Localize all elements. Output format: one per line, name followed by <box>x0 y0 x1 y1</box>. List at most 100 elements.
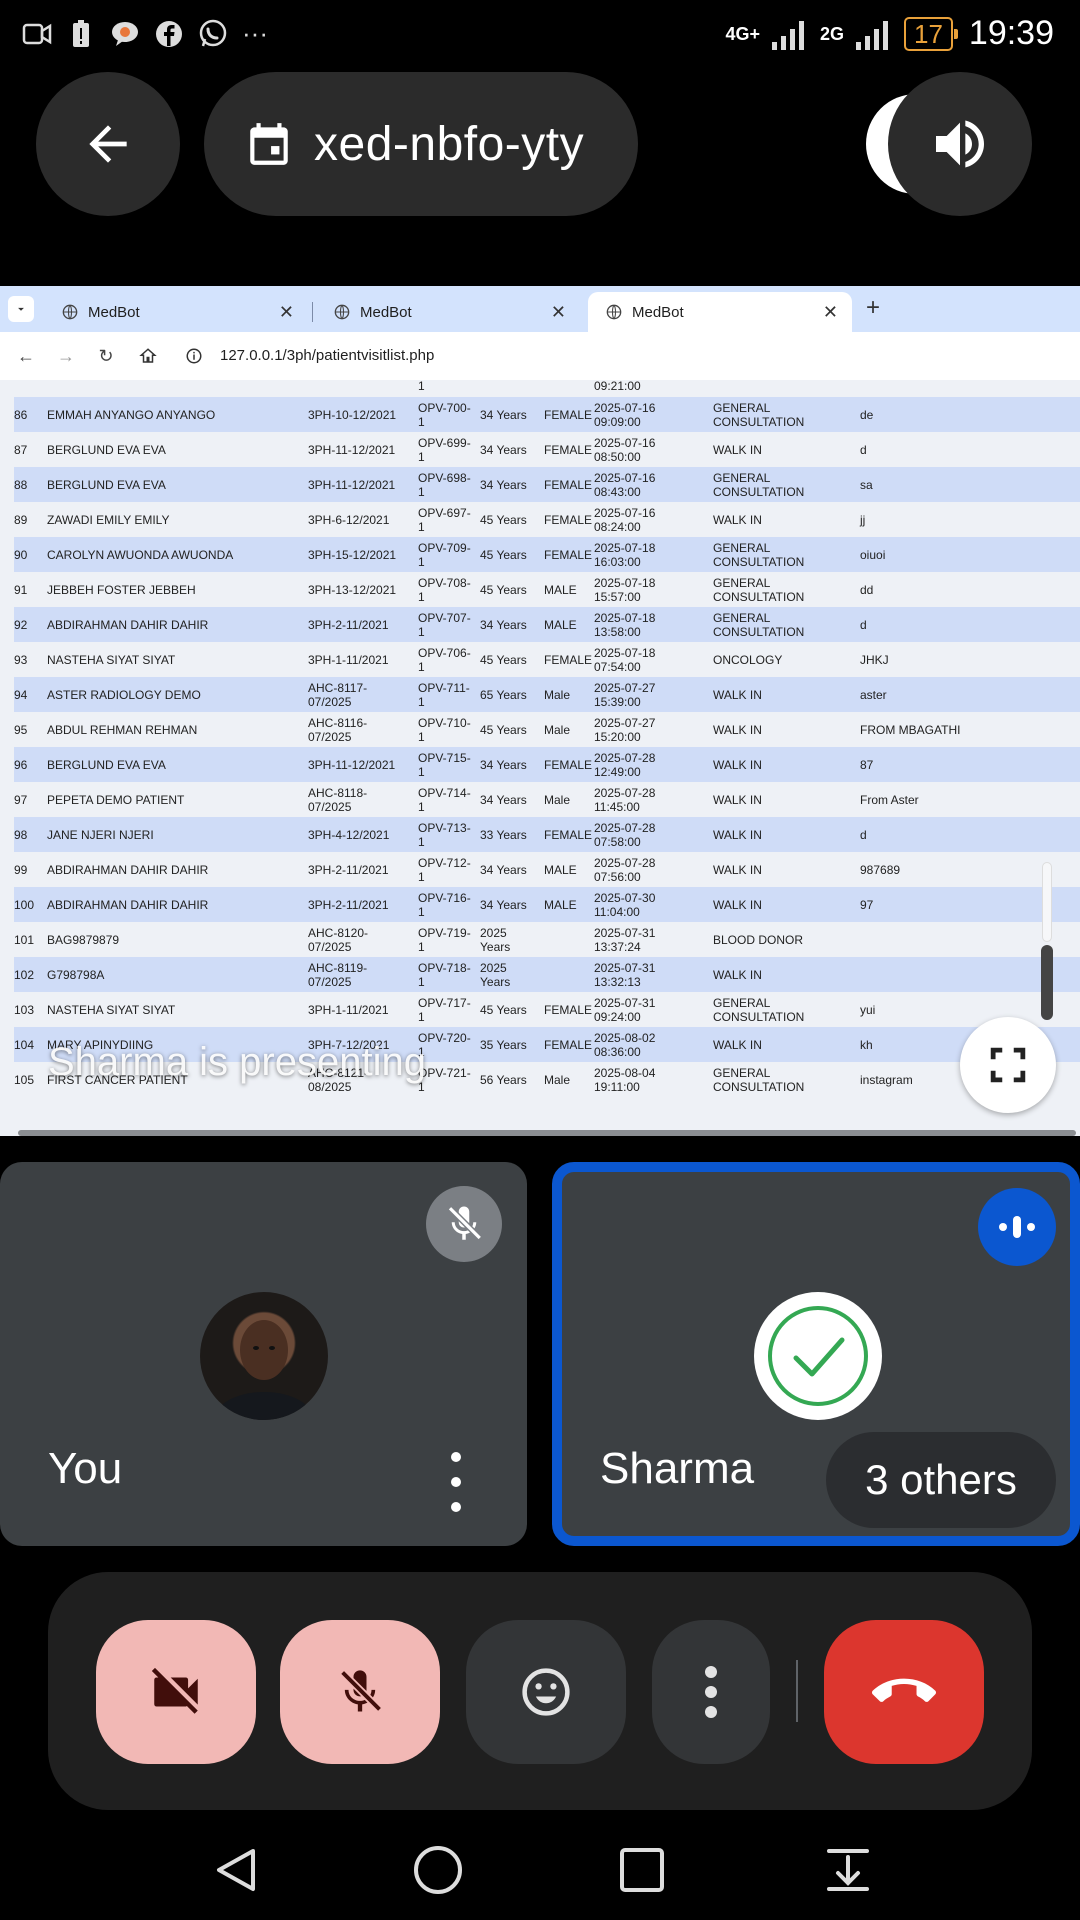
table-row[interactable]: 91 JEBBEH FOSTER JEBBEH 3PH-13-12/2021 OPV-… <box>14 572 1080 607</box>
cell-age: 35 Years <box>480 1037 527 1052</box>
table-row[interactable]: 98 JANE NJERI NJERI 3PH-4-12/2021 OPV-713- 1… <box>14 817 1080 852</box>
table-row[interactable]: 101 BAG9879879 AHC-8120- 07/2025 OPV-719- 1 20… <box>14 922 1080 957</box>
nav-notifications-button[interactable] <box>818 1840 878 1900</box>
cell-notes: oiuoi <box>860 547 886 562</box>
cell-gender: FEMALE <box>544 512 593 527</box>
browser-tab-3-active[interactable]: MedBot ✕ <box>588 292 852 332</box>
cell-visit-date: 2025-07-31 13:37:24 <box>594 925 656 954</box>
cell-age: 2025 Years <box>480 925 511 954</box>
cell-notes: aster <box>860 687 887 702</box>
close-tab-icon[interactable]: ✕ <box>551 302 566 323</box>
cell-visit-date: 2025-07-30 11:04:00 <box>594 890 656 919</box>
cell-age: 45 Years <box>480 512 527 527</box>
others-button[interactable]: 3 others <box>826 1432 1056 1528</box>
cell-age: 45 Years <box>480 1002 527 1017</box>
cell-patient-name: ABDIRAHMAN DAHIR DAHIR <box>47 897 209 912</box>
cell-registration-no: 3PH-10-12/2021 <box>308 407 397 422</box>
cell-number: 104 <box>14 1037 35 1052</box>
browser-tab-2[interactable]: MedBot ✕ <box>316 292 580 332</box>
cell-gender: FEMALE <box>544 442 593 457</box>
cell-notes: d <box>860 827 867 842</box>
site-info-icon[interactable] <box>182 344 206 368</box>
nav-back-button[interactable] <box>206 1840 266 1900</box>
table-row[interactable]: 95 ABDUL REHMAN REHMAN AHC-8116- 07/2025 OPV… <box>14 712 1080 747</box>
globe-icon <box>62 304 78 320</box>
cell-registration-no: 3PH-15-12/2021 <box>308 547 397 562</box>
overflow-indicator: ··· <box>242 18 268 48</box>
call-controls <box>48 1572 1032 1810</box>
cell-number: 95 <box>14 722 28 737</box>
cell-age: 34 Years <box>480 757 527 772</box>
cell-patient-name: NASTEHA SIYAT SIYAT <box>47 1002 176 1017</box>
audio-output-button[interactable] <box>888 72 1032 216</box>
scrollbar-thumb[interactable] <box>1041 945 1053 1020</box>
horizontal-scrollbar[interactable] <box>18 1130 1076 1136</box>
cell-registration-no: AHC-8116- 07/2025 <box>308 715 368 744</box>
more-options-button[interactable] <box>652 1620 770 1764</box>
back-button[interactable] <box>36 72 180 216</box>
cell-department: GENERAL CONSULTATION <box>713 610 805 639</box>
back-nav-icon[interactable]: ← <box>14 344 38 368</box>
cell-number: 97 <box>14 792 28 807</box>
cell-visit-date: 2025-07-16 09:09:00 <box>594 400 656 429</box>
cell-gender: Male <box>544 1072 571 1087</box>
table-row[interactable]: 99 ABDIRAHMAN DAHIR DAHIR 3PH-2-11/2021 OPV… <box>14 852 1080 887</box>
cell-department: WALK IN <box>713 967 762 982</box>
cell-patient-name: BERGLUND EVA EVA <box>47 477 166 492</box>
url-field[interactable]: 127.0.0.1/3ph/patientvisitlist.php <box>220 347 434 364</box>
cell-department: WALK IN <box>713 512 762 527</box>
close-tab-icon[interactable]: ✕ <box>279 302 294 323</box>
participant-more-button[interactable] <box>440 1452 472 1512</box>
reload-icon[interactable]: ↻ <box>94 344 118 368</box>
camera-toggle-button[interactable] <box>96 1620 256 1764</box>
fullscreen-button[interactable] <box>960 1017 1056 1113</box>
triangle-back-icon <box>217 1849 255 1891</box>
mic-off-icon <box>447 1206 482 1241</box>
table-row[interactable]: 94 ASTER RADIOLOGY DEMO AHC-8117- 07/2025 OP… <box>14 677 1080 712</box>
close-tab-icon[interactable]: ✕ <box>823 302 838 323</box>
status-right: 4G+ 2G 17 19:39 <box>725 14 1054 53</box>
tab-search-button[interactable] <box>8 296 34 322</box>
table-row[interactable]: 103 NASTEHA SIYAT SIYAT 3PH-1-11/2021 OPV-7… <box>14 992 1080 1027</box>
table-row[interactable]: 97 PEPETA DEMO PATIENT AHC-8118- 07/2025 OPV… <box>14 782 1080 817</box>
table-row[interactable]: 100 ABDIRAHMAN DAHIR DAHIR 3PH-2-11/2021 OP… <box>14 887 1080 922</box>
nav-home-button[interactable] <box>408 1840 468 1900</box>
table-row[interactable]: 96 BERGLUND EVA EVA 3PH-11-12/2021 OPV-715-… <box>14 747 1080 782</box>
cell-department: WALK IN <box>713 757 762 772</box>
cell-department: WALK IN <box>713 862 762 877</box>
table-row[interactable]: 88 BERGLUND EVA EVA 3PH-11-12/2021 OPV-698-… <box>14 467 1080 502</box>
home-icon[interactable] <box>136 344 160 368</box>
table-row[interactable]: 92 ABDIRAHMAN DAHIR DAHIR 3PH-2-11/2021 OPV… <box>14 607 1080 642</box>
end-call-button[interactable] <box>824 1620 984 1764</box>
cell-patient-name: ZAWADI EMILY EMILY <box>47 512 170 527</box>
cell-patient-name: BERGLUND EVA EVA <box>47 757 166 772</box>
participant-tile-you[interactable]: You <box>0 1162 527 1546</box>
browser-tab-1[interactable]: MedBot ✕ <box>44 292 308 332</box>
reactions-button[interactable] <box>466 1620 626 1764</box>
mic-toggle-button[interactable] <box>280 1620 440 1764</box>
table-row[interactable]: 89 ZAWADI EMILY EMILY 3PH-6-12/2021 OPV-697… <box>14 502 1080 537</box>
cell-number: 89 <box>14 512 28 527</box>
table-row[interactable]: 86 EMMAH ANYANGO ANYANGO 3PH-10-12/2021 OPV… <box>14 397 1080 432</box>
new-tab-button[interactable]: + <box>866 294 880 322</box>
circle-home-icon <box>414 1846 462 1894</box>
nav-recents-button[interactable] <box>612 1840 672 1900</box>
cell-gender: FEMALE <box>544 477 593 492</box>
table-row[interactable]: 93 NASTEHA SIYAT SIYAT 3PH-1-11/2021 OPV-70… <box>14 642 1080 677</box>
table-row[interactable]: 102 G798798A AHC-8119- 07/2025 OPV-718- 1 2025… <box>14 957 1080 992</box>
cell-department: ONCOLOGY <box>713 652 783 667</box>
speaker-icon <box>936 120 984 168</box>
cell-registration-no: 3PH-11-12/2021 <box>308 442 396 457</box>
whatsapp-icon <box>198 19 228 49</box>
meeting-info-button[interactable]: xed-nbfo-yty <box>204 72 638 216</box>
table-row[interactable]: 87 BERGLUND EVA EVA 3PH-11-12/2021 OPV-699-… <box>14 432 1080 467</box>
participant-tile-sharma[interactable]: Sharma 3 others <box>552 1162 1080 1546</box>
forward-nav-icon[interactable]: → <box>54 344 78 368</box>
cell-department: GENERAL CONSULTATION <box>713 1065 805 1094</box>
cell-gender: FEMALE <box>544 407 593 422</box>
cell-visit-no: OPV-698- 1 <box>418 470 471 499</box>
table-row[interactable]: 90 CAROLYN AWUONDA AWUONDA 3PH-15-12/2021 O… <box>14 537 1080 572</box>
cell-age: 34 Years <box>480 477 527 492</box>
emoji-icon <box>522 1668 570 1716</box>
battery-level: 17 <box>903 16 958 51</box>
